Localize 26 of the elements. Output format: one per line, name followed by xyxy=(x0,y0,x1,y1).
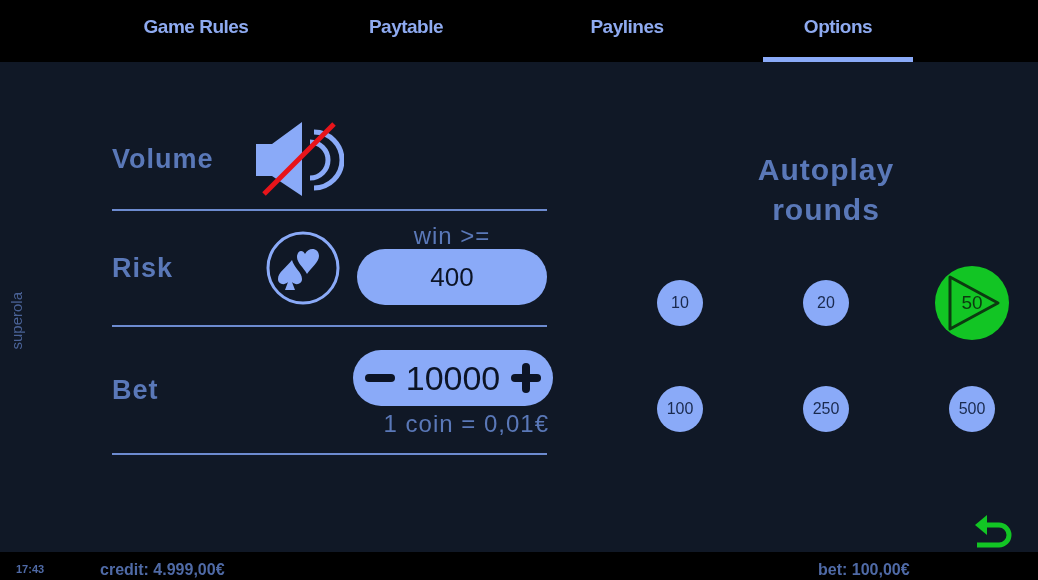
tab[interactable]: Game Rules xyxy=(121,0,271,62)
coin-note: 1 coin = 0,01€ xyxy=(383,409,549,439)
bet-value: 10000 xyxy=(405,357,501,399)
volume-label: Volume xyxy=(112,143,214,177)
tab[interactable]: Paylines xyxy=(552,0,702,62)
tab[interactable]: Options xyxy=(763,0,913,62)
side-label: superola xyxy=(7,292,26,350)
bet-stepper[interactable]: 10000 xyxy=(353,350,553,406)
autoplay-option[interactable]: 500 xyxy=(949,386,995,432)
credit-text: credit: 4.999,00€ xyxy=(100,560,225,580)
tab[interactable]: Paytable xyxy=(331,0,481,62)
plus-icon[interactable] xyxy=(511,363,541,393)
bet-label: Bet xyxy=(112,373,159,407)
risk-label: Risk xyxy=(112,251,174,285)
autoplay-title: Autoplay rounds xyxy=(756,152,896,228)
autoplay-option[interactable]: 10 xyxy=(657,280,703,326)
autoplay-option[interactable]: 50 xyxy=(935,266,1009,340)
minus-icon[interactable] xyxy=(365,374,395,382)
autoplay-option[interactable]: 250 xyxy=(803,386,849,432)
bet-text: bet: 100,00€ xyxy=(818,560,910,580)
win-caption: win >= xyxy=(413,223,491,249)
card-suits-icon[interactable] xyxy=(265,230,342,306)
clock-text: 17:43 xyxy=(16,562,45,577)
autoplay-option[interactable]: 20 xyxy=(803,280,849,326)
autoplay-option[interactable]: 100 xyxy=(657,386,703,432)
risk-value-field[interactable]: 400 xyxy=(357,249,547,305)
